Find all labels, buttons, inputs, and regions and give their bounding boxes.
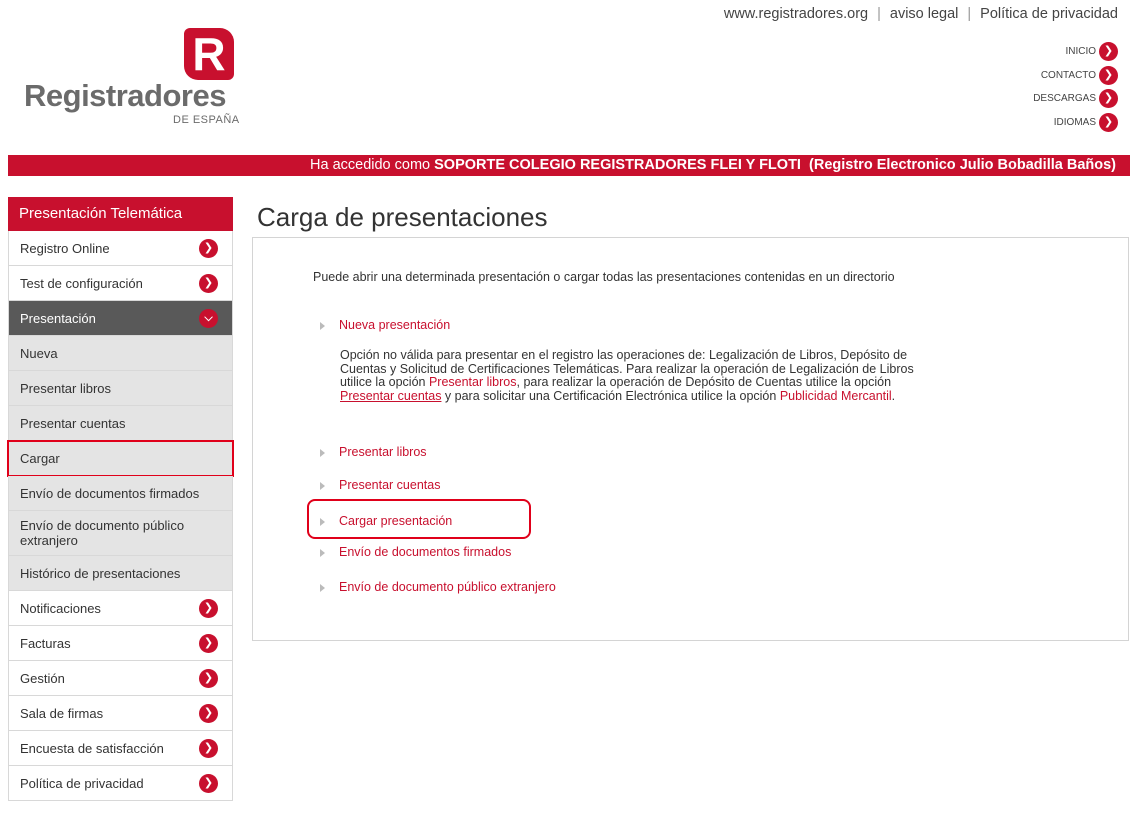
- login-bar: Ha accedido como SOPORTE COLEGIO REGISTR…: [8, 155, 1130, 176]
- link-envio-documentos-firmados[interactable]: Envío de documentos firmados: [339, 545, 511, 559]
- login-user: SOPORTE COLEGIO REGISTRADORES FLEI Y FLO…: [434, 157, 801, 173]
- link-presentar-cuentas-inline[interactable]: Presentar cuentas: [340, 389, 441, 403]
- link-nueva-presentacion[interactable]: Nueva presentación: [339, 318, 450, 332]
- top-links: www.registradores.org | aviso legal | Políti…: [724, 6, 1118, 22]
- logo-subtitle: DE ESPAÑA: [173, 114, 240, 126]
- chevron-right-icon: ❯: [199, 774, 218, 793]
- option-envio-documentos-firmados: Envío de documentos firmados: [320, 545, 511, 559]
- link-publicidad-mercantil[interactable]: Publicidad Mercantil: [780, 389, 892, 403]
- logo-r-glyph: R: [192, 28, 226, 80]
- sidebar-item-test-configuracion[interactable]: Test de configuración ❯: [8, 266, 233, 301]
- right-menu: INICIO ❯ CONTACTO ❯ DESCARGAS ❯ IDIOMAS …: [1033, 40, 1118, 134]
- link-presentar-cuentas[interactable]: Presentar cuentas: [339, 478, 440, 492]
- chevron-right-icon: ❯: [199, 634, 218, 653]
- link-envio-documento-extranjero[interactable]: Envío de documento público extranjero: [339, 580, 556, 594]
- sidebar-item-label: Notificaciones: [20, 601, 101, 616]
- chevron-right-icon: ❯: [1099, 65, 1118, 85]
- sidebar-item-presentacion[interactable]: Presentación ⌵: [8, 301, 233, 336]
- sidebar-item-label: Cargar: [20, 451, 60, 466]
- chevron-right-icon: ❯: [199, 669, 218, 688]
- sidebar-item-registro-online[interactable]: Registro Online ❯: [8, 231, 233, 266]
- sidebar-subitem-envio-documento-extranjero[interactable]: Envío de documento público extranjero: [8, 511, 233, 556]
- sidebar-item-encuesta[interactable]: Encuesta de satisfacción ❯: [8, 731, 233, 766]
- menu-inicio-label: INICIO: [1065, 46, 1096, 58]
- sidebar-item-label: Sala de firmas: [20, 706, 104, 721]
- menu-inicio[interactable]: INICIO ❯: [1033, 40, 1118, 64]
- sidebar-item-gestion[interactable]: Gestión ❯: [8, 661, 233, 696]
- triangle-right-icon: [320, 321, 325, 330]
- chevron-down-icon: ⌵: [199, 309, 218, 328]
- sidebar-item-label: Encuesta de satisfacción: [20, 741, 164, 756]
- sidebar-item-label: Envío de documentos firmados: [20, 486, 200, 501]
- page-title: Carga de presentaciones: [257, 202, 548, 232]
- sidebar-item-facturas[interactable]: Facturas ❯: [8, 626, 233, 661]
- intro-text: Puede abrir una determinada presentación…: [313, 270, 895, 284]
- sidebar-item-label: Test de configuración: [20, 276, 143, 291]
- sidebar: Presentación Telemática Registro Online …: [7, 197, 234, 801]
- sidebar-subitem-envio-documentos-firmados[interactable]: Envío de documentos firmados: [8, 476, 233, 511]
- option-envio-documento-extranjero: Envío de documento público extranjero: [320, 580, 556, 594]
- description-text: y para solicitar una Certificación Elect…: [441, 388, 780, 403]
- menu-idiomas[interactable]: IDIOMAS ❯: [1033, 111, 1118, 135]
- option-description: Opción no válida para presentar en el re…: [340, 348, 940, 403]
- triangle-right-icon: [320, 517, 325, 526]
- sidebar-subitem-presentar-cuentas[interactable]: Presentar cuentas: [8, 406, 233, 441]
- logo-name: Registradores: [24, 78, 226, 113]
- sidebar-subitem-cargar[interactable]: Cargar: [7, 440, 234, 477]
- menu-descargas-label: DESCARGAS: [1033, 93, 1096, 105]
- chevron-right-icon: ❯: [1099, 89, 1118, 109]
- sidebar-subitem-presentar-libros[interactable]: Presentar libros: [8, 371, 233, 406]
- sidebar-item-label: Gestión: [20, 671, 65, 686]
- login-prefix: Ha accedido como: [310, 157, 431, 173]
- sidebar-subitem-historico[interactable]: Histórico de presentaciones: [8, 556, 233, 591]
- sidebar-item-label: Registro Online: [20, 241, 110, 256]
- chevron-right-icon: ❯: [1099, 42, 1118, 62]
- menu-descargas[interactable]: DESCARGAS ❯: [1033, 87, 1118, 111]
- sidebar-item-politica-privacidad[interactable]: Política de privacidad ❯: [8, 766, 233, 801]
- login-registry: (Registro Electronico Julio Bobadilla Ba…: [809, 157, 1116, 173]
- triangle-right-icon: [320, 583, 325, 592]
- menu-idiomas-label: IDIOMAS: [1053, 116, 1096, 128]
- option-presentar-libros: Presentar libros: [320, 445, 427, 459]
- logo[interactable]: R Registradores DE ESPAÑA: [24, 28, 244, 126]
- sidebar-item-notificaciones[interactable]: Notificaciones ❯: [8, 591, 233, 626]
- option-cargar-presentacion: Cargar presentación: [320, 514, 452, 528]
- option-nueva-presentacion: Nueva presentación: [320, 318, 450, 332]
- link-presentar-libros[interactable]: Presentar libros: [339, 445, 427, 459]
- sidebar-item-label: Envío de documento público extranjero: [20, 518, 185, 548]
- chevron-right-icon: ❯: [199, 599, 218, 618]
- sidebar-item-label: Histórico de presentaciones: [20, 566, 181, 581]
- chevron-right-icon: ❯: [199, 704, 218, 723]
- link-cargar-presentacion[interactable]: Cargar presentación: [339, 514, 452, 528]
- menu-contacto-label: CONTACTO: [1040, 69, 1096, 81]
- menu-contacto[interactable]: CONTACTO ❯: [1033, 64, 1118, 88]
- chevron-right-icon: ❯: [199, 274, 218, 293]
- sidebar-header: Presentación Telemática: [8, 197, 233, 231]
- triangle-right-icon: [320, 448, 325, 457]
- logo-mark: R: [184, 28, 234, 80]
- chevron-right-icon: ❯: [1099, 112, 1118, 132]
- description-text: .: [891, 388, 896, 403]
- chevron-right-icon: ❯: [199, 239, 218, 258]
- sidebar-item-label: Presentar cuentas: [20, 416, 126, 431]
- sidebar-subitem-nueva[interactable]: Nueva: [8, 336, 233, 371]
- description-text: , para realizar la operación de Depósito…: [516, 375, 892, 389]
- sidebar-item-label: Presentar libros: [20, 381, 112, 396]
- content-panel: Puede abrir una determinada presentación…: [252, 237, 1129, 641]
- sidebar-item-label: Facturas: [20, 636, 71, 651]
- separator: |: [877, 6, 881, 22]
- link-registradores[interactable]: www.registradores.org: [724, 6, 868, 22]
- triangle-right-icon: [320, 548, 325, 557]
- option-presentar-cuentas: Presentar cuentas: [320, 478, 440, 492]
- triangle-right-icon: [320, 481, 325, 490]
- link-privacidad[interactable]: Política de privacidad: [980, 6, 1118, 22]
- sidebar-item-label: Política de privacidad: [20, 776, 144, 791]
- link-aviso-legal[interactable]: aviso legal: [890, 6, 959, 22]
- sidebar-item-sala-firmas[interactable]: Sala de firmas ❯: [8, 696, 233, 731]
- sidebar-item-label: Nueva: [20, 346, 58, 361]
- chevron-right-icon: ❯: [199, 739, 218, 758]
- separator: |: [967, 6, 972, 22]
- sidebar-item-label: Presentación: [20, 311, 96, 326]
- link-presentar-libros-inline[interactable]: Presentar libros: [429, 375, 517, 389]
